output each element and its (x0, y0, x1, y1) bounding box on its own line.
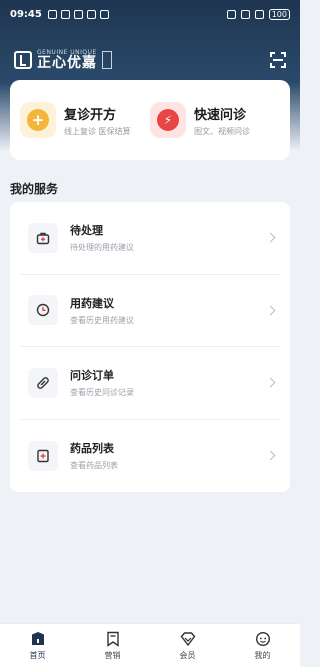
bottom-tab-bar: 首页 营销 会员 我的 (0, 623, 300, 667)
tab-label: 会员 (179, 650, 196, 660)
medicine-box-icon (28, 440, 58, 471)
system-icons: 100 (226, 8, 290, 20)
quick-action-revisit[interactable]: + 复诊开方 线上复诊 医保结算 (20, 102, 150, 138)
quick-action-subtitle: 线上复诊 医保结算 (64, 126, 131, 136)
profile-icon (255, 631, 270, 646)
services-list: 待处理 待处理的用药建议 用药建议 查看历史用药建议 问诊订单 查看历史问诊记录… (10, 202, 290, 492)
service-title: 药品列表 (70, 442, 114, 456)
home-icon (31, 631, 44, 645)
service-item-medicine-list[interactable]: 药品列表 查看药品列表 (20, 420, 280, 493)
notification-icon (73, 9, 83, 19)
service-title: 待处理 (70, 224, 103, 238)
service-item-pending[interactable]: 待处理 待处理的用药建议 (20, 202, 280, 275)
service-item-consult-orders[interactable]: 问诊订单 查看历史问诊记录 (20, 347, 280, 420)
notification-icon (47, 9, 57, 19)
notification-icon (60, 9, 70, 19)
logo-mark-icon (14, 51, 32, 69)
tab-label: 营销 (104, 650, 121, 660)
tab-marketing[interactable]: 营销 (75, 624, 150, 667)
quick-action-subtitle: 图文、视频问诊 (194, 126, 250, 136)
battery-icon: 100 (268, 8, 290, 20)
service-subtitle: 查看历史用药建议 (70, 315, 134, 325)
quick-actions-card: + 复诊开方 线上复诊 医保结算 ⚡ 快速问诊 图文、视频问诊 (10, 80, 290, 160)
tab-home[interactable]: 首页 (0, 624, 75, 667)
quick-action-consult[interactable]: ⚡ 快速问诊 图文、视频问诊 (150, 102, 280, 138)
diamond-icon (180, 631, 195, 646)
status-time: 09:45 (10, 8, 42, 20)
brand-logo: GENUINE UNIQUE 正心优嘉 (14, 50, 112, 70)
tab-profile[interactable]: 我的 (225, 624, 300, 667)
wifi-icon (240, 9, 250, 19)
tab-label: 我的 (254, 650, 271, 660)
tab-label: 首页 (29, 650, 46, 660)
scan-button[interactable] (270, 52, 286, 68)
service-subtitle: 待处理的用药建议 (70, 243, 134, 253)
app-header: GENUINE UNIQUE 正心优嘉 (0, 42, 300, 78)
pill-icon (28, 367, 58, 398)
service-title: 问诊订单 (70, 369, 114, 383)
service-item-medication-advice[interactable]: 用药建议 查看历史用药建议 (20, 275, 280, 347)
clock-icon (28, 295, 58, 326)
medkit-icon (28, 222, 58, 253)
chevron-right-icon (265, 305, 276, 316)
services-section-title: 我的服务 (10, 182, 59, 196)
chevron-right-icon (265, 377, 276, 388)
plus-icon: + (20, 102, 56, 138)
logo-chinese-text: 正心优嘉 (37, 55, 97, 71)
scan-icon (273, 59, 283, 61)
signal-icon (254, 9, 264, 19)
service-title: 用药建议 (70, 296, 114, 310)
tab-membership[interactable]: 会员 (150, 624, 225, 667)
quick-action-title: 复诊开方 (64, 107, 117, 123)
notification-icons (47, 9, 109, 19)
notification-icon (86, 9, 96, 19)
service-subtitle: 查看药品列表 (70, 461, 118, 471)
alarm-icon (226, 9, 236, 19)
lightning-icon: ⚡ (150, 102, 186, 138)
status-bar: 09:45 100 (0, 0, 300, 28)
logo-seal-icon (102, 51, 112, 69)
bookmark-icon (106, 631, 119, 647)
chevron-right-icon (265, 450, 276, 461)
chevron-right-icon (265, 232, 276, 243)
quick-action-title: 快速问诊 (194, 107, 247, 123)
service-subtitle: 查看历史问诊记录 (70, 388, 134, 398)
notification-icon (99, 9, 109, 19)
